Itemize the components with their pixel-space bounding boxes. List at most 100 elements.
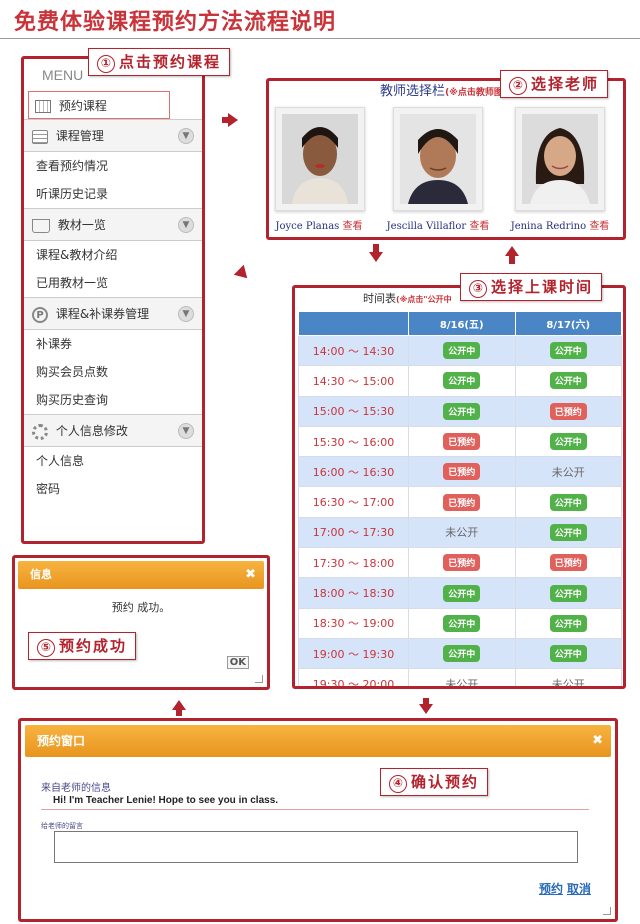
time-slot-cell: 已预约 <box>514 547 622 579</box>
resize-handle-icon[interactable] <box>603 907 611 915</box>
status-badge-open[interactable]: 公开中 <box>443 645 481 663</box>
menu-section-profile[interactable]: 个人信息修改 ▼ <box>24 414 202 447</box>
time-slot-cell: 公开中 <box>514 425 622 458</box>
info-dialog-title: 信息 <box>30 568 52 581</box>
view-teacher-link[interactable]: 查看 <box>589 221 609 232</box>
timetable-row: 17:00 ～ 17:30 未公开 公开中 <box>298 516 622 549</box>
time-slot-cell: 公开中 <box>408 637 516 670</box>
resize-handle-icon[interactable] <box>255 675 263 683</box>
teacher-message: Hi! I'm Teacher Lenie! Hope to see you i… <box>53 795 279 806</box>
column-header: 8/17(六) <box>514 311 622 336</box>
menu-item-personal-info[interactable]: 个人信息 <box>24 447 202 475</box>
teacher-card[interactable] <box>515 107 605 211</box>
step-number: ① <box>97 55 115 73</box>
teacher-photo[interactable] <box>400 114 476 204</box>
booking-dialog: 预约窗口 ✖ 来自老师的信息 Hi! I'm Teacher Lenie! Ho… <box>18 718 618 922</box>
step-label: 确认预约 <box>411 773 480 791</box>
status-badge-open[interactable]: 公开中 <box>549 493 587 511</box>
view-teacher-link[interactable]: 查看 <box>469 221 489 232</box>
time-slot-label: 15:30 ～ 16:00 <box>298 425 409 458</box>
close-icon[interactable]: ✖ <box>592 725 603 757</box>
timetable-row: 15:30 ～ 16:00 已预约 公开中 <box>298 425 622 458</box>
gear-icon <box>32 423 48 440</box>
step-label: 选择上课时间 <box>491 278 594 296</box>
status-badge-open[interactable]: 公开中 <box>443 372 481 390</box>
menu-panel: MENU 预约课程 课程管理 ▼ 查看预约情况 听课历史记录 教材一览 ▼ 课程… <box>21 56 205 544</box>
close-icon[interactable]: ✖ <box>245 561 256 589</box>
time-slot-cell: 已预约 <box>408 456 516 488</box>
menu-item-purchase-history[interactable]: 购买历史查询 <box>24 386 202 414</box>
menu-item-buy-points[interactable]: 购买会员点数 <box>24 358 202 386</box>
menu-item-class-history[interactable]: 听课历史记录 <box>24 180 202 208</box>
chevron-down-icon[interactable]: ▼ <box>178 423 194 439</box>
time-slot-label: 16:00 ～ 16:30 <box>298 456 409 488</box>
time-slot-cell: 公开中 <box>514 486 622 518</box>
menu-item-used-materials[interactable]: 已用教材一览 <box>24 269 202 297</box>
calendar-icon <box>35 100 51 113</box>
status-badge-open[interactable]: 公开中 <box>443 614 481 632</box>
status-badge-open[interactable]: 公开中 <box>549 342 587 360</box>
booking-actions: 预约 取消 <box>535 880 591 897</box>
booking-dialog-titlebar: 预约窗口 ✖ <box>25 725 611 757</box>
time-slot-cell: 公开中 <box>514 365 622 397</box>
column-header <box>298 311 409 336</box>
time-slot-cell: 公开中 <box>408 365 516 397</box>
menu-section-materials[interactable]: 教材一览 ▼ <box>24 208 202 241</box>
teacher-select-panel: 教师选择栏(※点击教师图片 Joyce Planas 查看 Jescilla V… <box>266 78 626 240</box>
status-badge-booked: 已预约 <box>443 433 481 451</box>
timetable-row: 14:30 ～ 15:00 公开中 公开中 <box>298 365 622 397</box>
status-text-unavailable: 未公开 <box>445 677 479 689</box>
view-teacher-link[interactable]: 查看 <box>343 221 363 232</box>
status-badge-booked: 已预约 <box>443 493 481 511</box>
teacher-panel-title: 教师选择栏 <box>380 84 446 99</box>
timetable-panel: 时间表(※点击"公开中 8/16(五) 8/17(六) 14:00 ～ 14:3… <box>292 285 626 689</box>
chevron-down-icon[interactable]: ▼ <box>178 306 194 322</box>
teacher-photo[interactable] <box>282 114 358 204</box>
menu-item-course-intro[interactable]: 课程&教材介绍 <box>24 241 202 269</box>
page-title: 免费体验课程预约方法流程说明 <box>14 10 337 35</box>
menu-item-makeup-coupons[interactable]: 补课券 <box>24 330 202 358</box>
time-slot-cell: 已预约 <box>408 425 516 458</box>
status-badge-open[interactable]: 公开中 <box>443 584 481 602</box>
time-slot-label: 17:30 ～ 18:00 <box>298 547 409 579</box>
menu-item-password[interactable]: 密码 <box>24 475 202 503</box>
book-icon <box>32 218 50 233</box>
menu-section-coupons[interactable]: P 课程&补课券管理 ▼ <box>24 297 202 330</box>
teacher-name-row: Jenina Redrino 查看 <box>495 217 625 232</box>
teacher-portrait-icon <box>522 114 598 204</box>
teacher-card[interactable] <box>393 107 483 211</box>
menu-section-course-management[interactable]: 课程管理 ▼ <box>24 119 202 152</box>
status-badge-open[interactable]: 公开中 <box>549 614 587 632</box>
chevron-down-icon[interactable]: ▼ <box>178 217 194 233</box>
teacher-photo[interactable] <box>522 114 598 204</box>
time-slot-cell: 已预约 <box>514 395 622 427</box>
note-to-teacher-input[interactable] <box>54 831 578 863</box>
cancel-button[interactable]: 取消 <box>567 882 591 896</box>
step-number: ⑤ <box>37 639 55 657</box>
step-number: ② <box>509 77 527 95</box>
status-badge-open[interactable]: 公开中 <box>443 402 481 420</box>
teacher-name: Jescilla Villaflor <box>386 221 467 232</box>
status-badge-open[interactable]: 公开中 <box>549 584 587 602</box>
status-badge-open[interactable]: 公开中 <box>549 372 587 390</box>
menu-item-book-course[interactable]: 预约课程 <box>28 91 170 119</box>
teacher-card[interactable] <box>275 107 365 211</box>
time-slot-cell: 未公开 <box>514 456 622 488</box>
timetable-row: 16:30 ～ 17:00 已预约 公开中 <box>298 486 622 518</box>
step-3-tag: ③ 选择上课时间 <box>460 273 603 301</box>
info-dialog-message: 预约 成功。 <box>111 601 171 614</box>
book-button[interactable]: 预约 <box>539 882 563 896</box>
ok-button[interactable]: OK <box>226 656 249 669</box>
menu-item-view-bookings[interactable]: 查看预约情况 <box>24 152 202 180</box>
status-badge-open[interactable]: 公开中 <box>549 645 587 663</box>
chevron-down-icon[interactable]: ▼ <box>178 128 194 144</box>
status-text-unavailable: 未公开 <box>551 677 585 689</box>
status-badge-booked: 已预约 <box>443 463 481 481</box>
info-dialog: 信息 ✖ 预约 成功。 OK <box>12 555 270 690</box>
timetable-row: 19:00 ～ 19:30 公开中 公开中 <box>298 637 622 670</box>
teacher-name-row: Jescilla Villaflor 查看 <box>373 217 503 232</box>
status-badge-open[interactable]: 公开中 <box>549 523 587 541</box>
menu-section-title: 个人信息修改 <box>55 424 128 438</box>
status-badge-open[interactable]: 公开中 <box>443 342 481 360</box>
status-badge-open[interactable]: 公开中 <box>549 433 587 451</box>
